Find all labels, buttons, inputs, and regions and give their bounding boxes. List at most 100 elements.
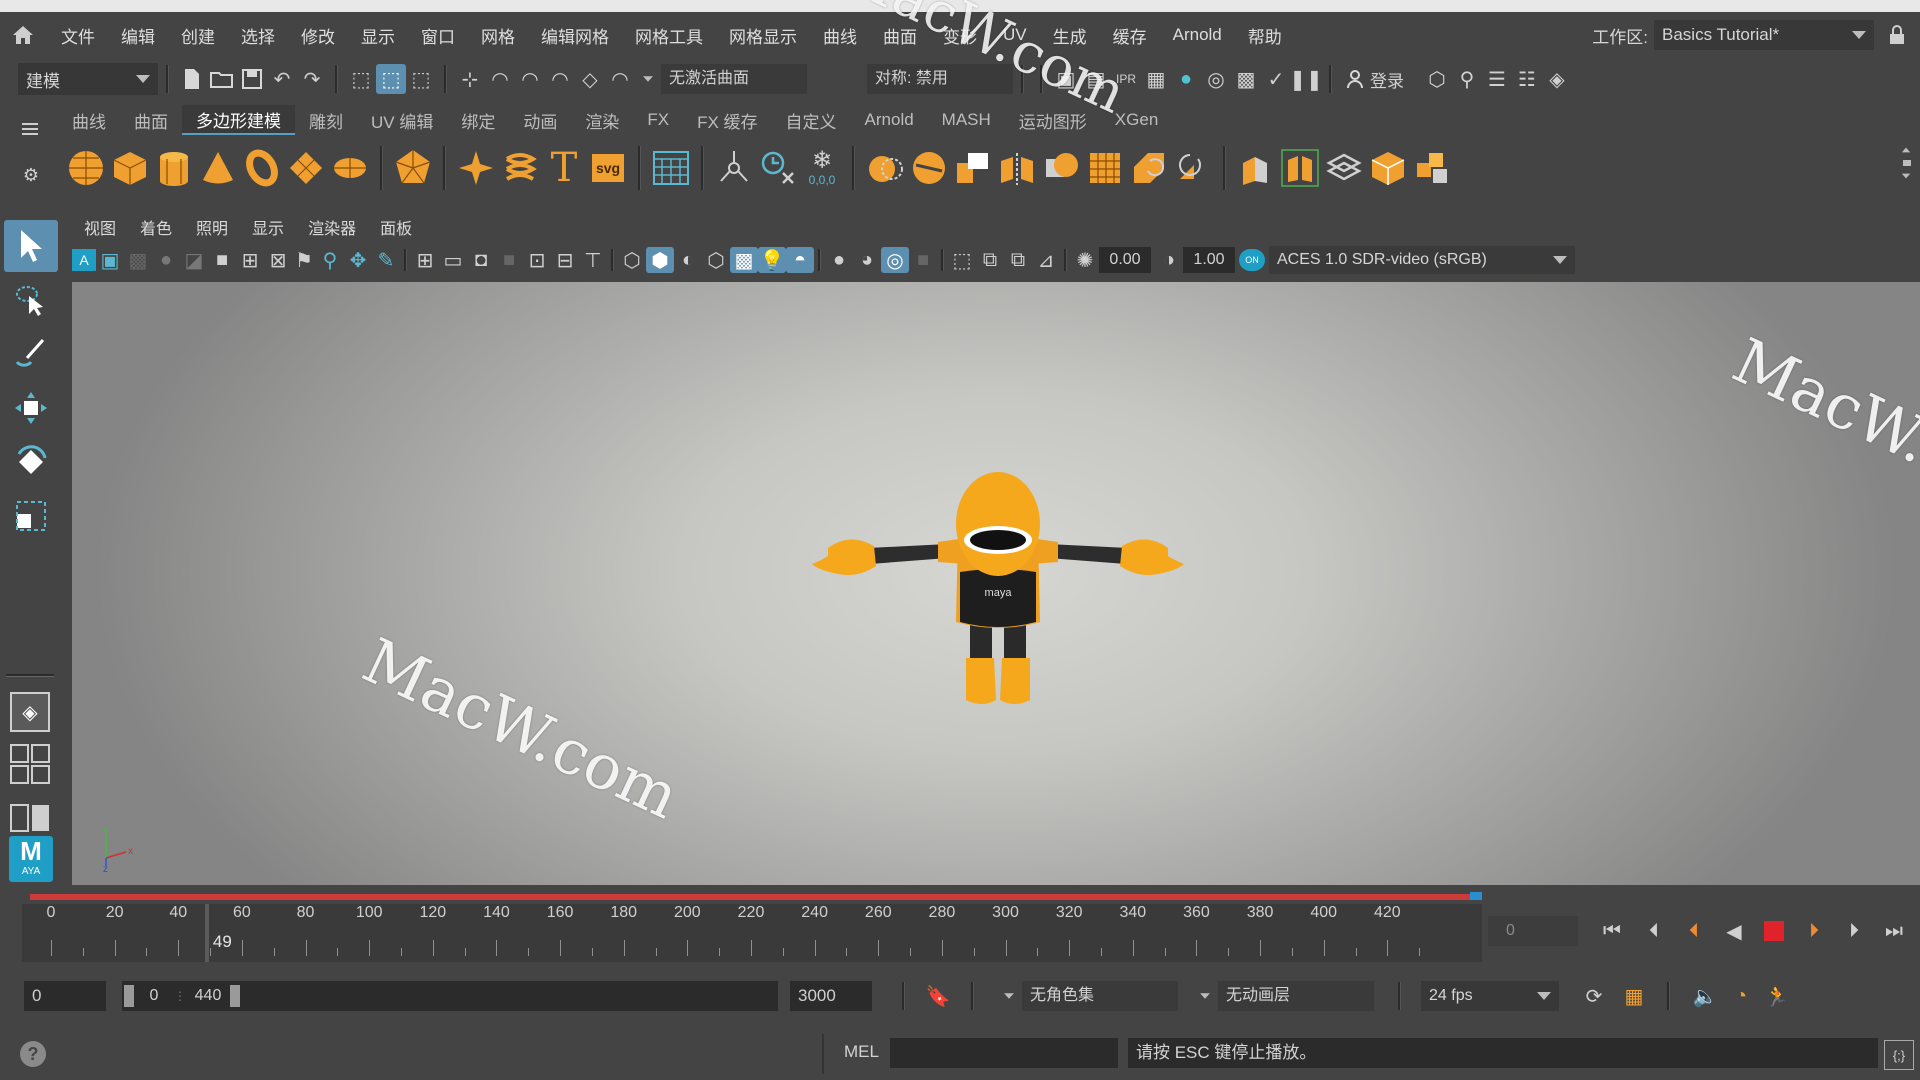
shelf-tab[interactable]: 动画 bbox=[509, 106, 571, 134]
snap-live-icon[interactable]: ◠ bbox=[605, 64, 635, 94]
shadows-icon[interactable]: ◓ bbox=[786, 247, 814, 273]
viewport-menu-item[interactable]: 视图 bbox=[72, 215, 128, 239]
loop-icon[interactable]: ⟳ bbox=[1579, 981, 1609, 1011]
light-editor-icon[interactable]: ▩ bbox=[1231, 64, 1261, 94]
script-language-toggle[interactable]: MEL bbox=[844, 1042, 879, 1062]
chevron-up-icon[interactable] bbox=[1901, 147, 1911, 153]
go-to-end-icon[interactable]: ⏭ bbox=[1874, 916, 1914, 946]
rotate-tool[interactable] bbox=[4, 436, 58, 488]
fit-icon[interactable]: ⚲ bbox=[316, 245, 344, 275]
open-scene-icon[interactable] bbox=[207, 64, 237, 94]
select-object-icon[interactable]: ⬚ bbox=[376, 64, 406, 94]
menu-item[interactable]: 修改 bbox=[288, 23, 348, 48]
outliner-icon[interactable]: ◈ bbox=[1542, 64, 1572, 94]
select-hierarchy-icon[interactable]: ⬚ bbox=[346, 64, 376, 94]
save-scene-icon[interactable] bbox=[237, 64, 267, 94]
shelf-tab[interactable]: 雕刻 bbox=[295, 106, 357, 134]
undo-icon[interactable]: ↶ bbox=[267, 64, 297, 94]
attribute-editor-icon[interactable]: ⚲ bbox=[1452, 64, 1482, 94]
menu-item[interactable]: 创建 bbox=[168, 23, 228, 48]
select-tool[interactable] bbox=[4, 220, 58, 272]
film-gate-icon[interactable]: ▭ bbox=[439, 245, 467, 275]
wireframe-on-shaded-icon[interactable]: ⬡ bbox=[702, 245, 730, 275]
range-slider[interactable]: 0 ⋮ 440 bbox=[122, 981, 778, 1011]
script-editor-icon[interactable]: {;} bbox=[1884, 1040, 1914, 1070]
chevron-down-icon[interactable] bbox=[1200, 993, 1210, 999]
snap-point-icon[interactable]: ◠ bbox=[515, 64, 545, 94]
poly-sphere-icon[interactable] bbox=[64, 146, 108, 190]
viewport-menu-item[interactable]: 照明 bbox=[184, 215, 240, 239]
paint-icon[interactable]: ✎ bbox=[372, 245, 400, 275]
textured-icon[interactable]: ▩ bbox=[730, 247, 758, 273]
shelf-menu-icon[interactable] bbox=[22, 120, 38, 138]
mirror-icon[interactable] bbox=[995, 146, 1039, 190]
grease-pencil-icon[interactable]: ⊞ bbox=[236, 245, 264, 275]
anim-start-field[interactable]: 0 bbox=[24, 981, 106, 1011]
color-management-icon[interactable]: ON bbox=[1239, 249, 1265, 271]
play-backwards-icon[interactable]: ◀ bbox=[1714, 916, 1754, 946]
reduce-icon[interactable] bbox=[1171, 146, 1215, 190]
field-chart-icon[interactable]: ⊡ bbox=[523, 245, 551, 275]
lasso-tool[interactable] bbox=[4, 274, 58, 326]
poly-plane-icon[interactable] bbox=[284, 146, 328, 190]
menu-item[interactable]: 缓存 bbox=[1100, 23, 1160, 48]
time-ruler[interactable]: 0 20 40 60 80 100 120 140 160 180 200 220 240 260 280 3… bbox=[22, 904, 1482, 962]
go-to-start-icon[interactable]: ⏮ bbox=[1590, 916, 1634, 946]
mode-dropdown[interactable]: 建模 bbox=[18, 63, 158, 95]
move-tool[interactable] bbox=[4, 382, 58, 434]
shelf-tab[interactable]: 曲线 bbox=[58, 106, 120, 134]
menu-item[interactable]: 显示 bbox=[348, 23, 408, 48]
bookmark-icon[interactable]: ⚑ bbox=[292, 245, 316, 275]
gamma-field[interactable]: 1.00 bbox=[1183, 247, 1235, 273]
fps-dropdown[interactable]: 24 fps bbox=[1421, 981, 1559, 1011]
layout-single-icon[interactable]: ◈ bbox=[10, 692, 50, 732]
motion-blur-icon[interactable]: ◕ bbox=[853, 245, 881, 275]
viewport-menu-item[interactable]: 渲染器 bbox=[296, 215, 368, 239]
shelf-tab[interactable]: UV 编辑 bbox=[357, 106, 447, 134]
sweep-mesh-icon[interactable] bbox=[498, 146, 542, 190]
xray-components-icon[interactable]: ⊿ bbox=[1032, 245, 1060, 275]
lock-icon[interactable] bbox=[1882, 20, 1912, 50]
modeling-toolkit-icon[interactable]: ⬡ bbox=[1422, 64, 1452, 94]
multi-cut-icon[interactable] bbox=[1366, 146, 1410, 190]
character-set-field[interactable]: 无角色集 bbox=[1022, 981, 1178, 1011]
exposure-icon[interactable]: ✺ bbox=[1071, 245, 1099, 275]
help-icon[interactable]: ? bbox=[20, 1041, 46, 1067]
viewport-menu-item[interactable]: 面板 bbox=[368, 215, 424, 239]
xray-icon[interactable]: ⧉ bbox=[976, 245, 1004, 275]
auto-key-icon[interactable]: 🔖 bbox=[923, 981, 953, 1011]
sound-icon[interactable]: 🔈 bbox=[1690, 981, 1720, 1011]
anim-layer-field[interactable]: 无动画层 bbox=[1218, 981, 1374, 1011]
live-surface-field[interactable]: 无激活曲面 bbox=[661, 64, 807, 94]
move-cam-icon[interactable]: ✥ bbox=[344, 245, 372, 275]
new-scene-icon[interactable] bbox=[177, 64, 207, 94]
shelf-scroll[interactable] bbox=[1900, 142, 1914, 194]
scale-tool[interactable] bbox=[4, 490, 58, 542]
super-shape-icon[interactable] bbox=[454, 146, 498, 190]
poly-cube-icon[interactable] bbox=[108, 146, 152, 190]
safe-action-icon[interactable]: ⊟ bbox=[551, 245, 579, 275]
poly-torus-icon[interactable] bbox=[240, 146, 284, 190]
snap-curve-icon[interactable]: ◠ bbox=[485, 64, 515, 94]
snap-surface-icon[interactable]: ◇ bbox=[575, 64, 605, 94]
home-icon[interactable] bbox=[8, 20, 38, 50]
resolution-gate-icon[interactable]: ◘ bbox=[467, 245, 495, 275]
menu-item[interactable]: 帮助 bbox=[1235, 23, 1295, 48]
viewport-menu-item[interactable]: 着色 bbox=[128, 215, 184, 239]
chevron-down-icon[interactable] bbox=[643, 76, 653, 82]
two-d-pan-icon[interactable]: ◪ bbox=[180, 245, 208, 275]
render-settings-icon[interactable]: ▦ bbox=[1141, 64, 1171, 94]
wireframe-icon[interactable]: ⬡ bbox=[618, 245, 646, 275]
smooth-icon[interactable] bbox=[1039, 146, 1083, 190]
xray-joints-icon[interactable]: ⧉ bbox=[1004, 245, 1032, 275]
render-setup-icon[interactable]: ◎ bbox=[1201, 64, 1231, 94]
camera-attributes-icon[interactable]: ▣ bbox=[96, 245, 124, 275]
tool-settings-icon[interactable]: ☰ bbox=[1482, 64, 1512, 94]
depth-of-field-icon[interactable]: ■ bbox=[909, 245, 937, 275]
snap-view-icon[interactable]: ◠ bbox=[545, 64, 575, 94]
menu-item[interactable]: 编辑 bbox=[108, 23, 168, 48]
type-text-icon[interactable]: T bbox=[542, 145, 586, 191]
shelf-tab[interactable]: 绑定 bbox=[447, 106, 509, 134]
step-back-frame-icon[interactable]: ⏴ bbox=[1634, 916, 1674, 946]
ambient-occlusion-icon[interactable]: ● bbox=[825, 245, 853, 275]
